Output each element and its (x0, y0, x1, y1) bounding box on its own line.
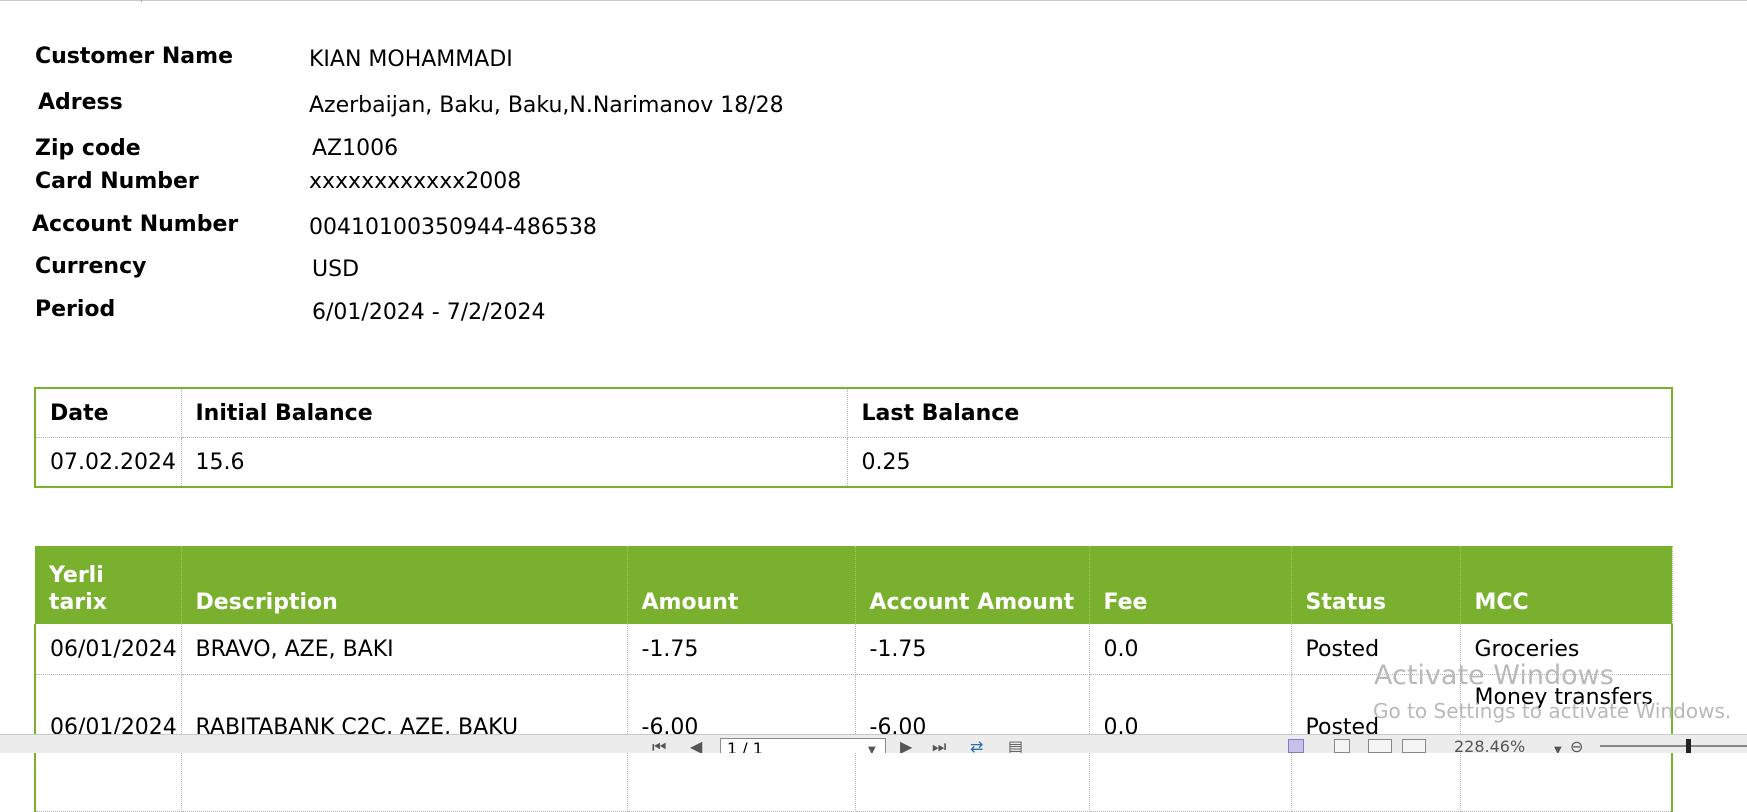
export-icon[interactable]: ⇄ (970, 739, 983, 754)
balance-row: 07.02.2024 15.6 0.25 (34, 437, 1673, 488)
cell-description: BRAVO, AZE, BAKI (181, 624, 628, 675)
header-account-amount: Account Amount (855, 546, 1090, 624)
two-page-view-button[interactable] (1368, 739, 1392, 753)
currency-value: USD (312, 257, 360, 282)
zoom-level[interactable]: 228.46% (1454, 739, 1525, 754)
header-description: Description (181, 546, 628, 624)
header-local-date: Yerli tarix (35, 546, 182, 624)
page-view-button[interactable] (1334, 739, 1350, 753)
header-status: Status (1291, 546, 1461, 624)
period-label: Period (35, 297, 116, 322)
cell-account-amount: -1.75 (855, 624, 1090, 675)
zoom-out-icon[interactable]: ⊖ (1570, 739, 1583, 754)
card-number-value: xxxxxxxxxxxx2008 (309, 169, 522, 194)
print-layout-icon[interactable]: ▤ (1008, 739, 1023, 754)
period-value: 6/01/2024 - 7/2/2024 (312, 300, 546, 325)
book-view-button[interactable] (1402, 739, 1426, 753)
address-label: Adress (38, 90, 123, 115)
header-mcc: MCC (1460, 546, 1673, 624)
previous-page-icon[interactable]: ◀ (690, 739, 702, 754)
zip-label: Zip code (35, 136, 141, 161)
balance-initial: 15.6 (180, 437, 848, 488)
page-number-input[interactable]: 1 / 1 (720, 738, 886, 753)
balance-table: Date Initial Balance Last Balance 07.02.… (34, 387, 1673, 488)
cell-fee: 0.0 (1089, 624, 1292, 675)
balance-header-last: Last Balance (846, 387, 1673, 438)
balance-header-initial: Initial Balance (180, 387, 848, 438)
activate-windows-subtitle: Go to Settings to activate Windows. (1373, 699, 1732, 723)
currency-label: Currency (35, 254, 147, 279)
balance-date: 07.02.2024 (34, 437, 182, 488)
activate-windows-title: Activate Windows (1374, 660, 1614, 691)
balance-header-row: Date Initial Balance Last Balance (34, 387, 1673, 438)
cell-date: 06/01/2024 (34, 624, 182, 675)
document-status-bar: ⏮ ◀ 1 / 1 ▼ ▶ ⏭ ⇄ ▤ 228.46% ▼ ⊖ (0, 734, 1747, 753)
header-amount: Amount (627, 546, 856, 624)
zoom-slider[interactable] (1600, 745, 1747, 747)
account-number-value: 00410100350944-486538 (309, 215, 597, 240)
customer-name-value: KIAN MOHAMMADI (309, 47, 513, 72)
window-top-border (0, 0, 1747, 1)
customer-name-label: Customer Name (35, 44, 233, 69)
card-number-label: Card Number (35, 169, 199, 194)
next-page-icon[interactable]: ▶ (900, 739, 912, 754)
last-page-icon[interactable]: ⏭ (932, 739, 946, 754)
balance-last: 0.25 (846, 437, 1673, 488)
single-page-view-button[interactable] (1288, 739, 1304, 753)
first-page-icon[interactable]: ⏮ (652, 739, 666, 754)
transactions-header-row: Yerli tarix Description Amount Account A… (35, 546, 1673, 624)
balance-header-date: Date (34, 387, 182, 438)
zip-value: AZ1006 (312, 136, 399, 161)
address-value: Azerbaijan, Baku, Baku,N.Narimanov 18/28 (309, 93, 784, 118)
header-fee: Fee (1089, 546, 1292, 624)
account-number-label: Account Number (32, 212, 239, 237)
cell-amount: -1.75 (627, 624, 856, 675)
ruler-tick (141, 0, 142, 2)
zoom-slider-thumb[interactable] (1686, 739, 1691, 753)
